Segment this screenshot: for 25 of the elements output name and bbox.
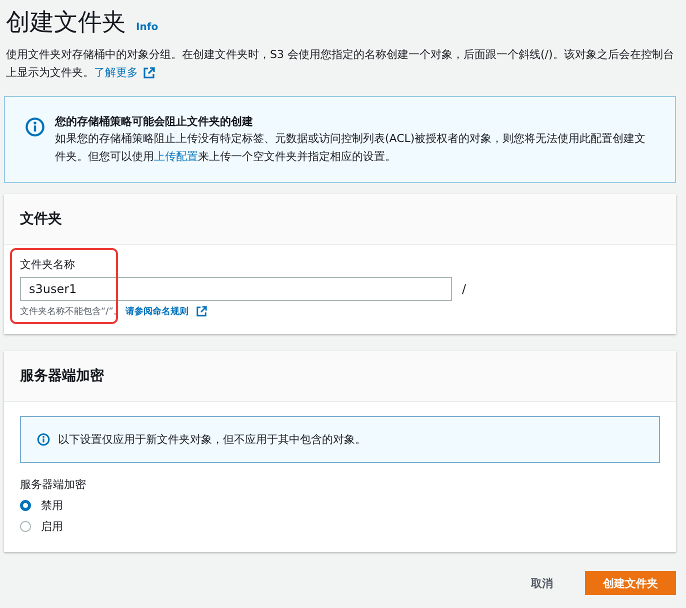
learn-more-link[interactable]: 了解更多 bbox=[94, 66, 138, 79]
info-icon bbox=[37, 433, 50, 446]
radio-label: 启用 bbox=[41, 519, 63, 534]
slash-suffix: / bbox=[462, 282, 466, 296]
radio-button[interactable] bbox=[20, 500, 31, 511]
radio-button[interactable] bbox=[20, 521, 31, 532]
external-link-icon[interactable] bbox=[143, 66, 155, 79]
note-text: 以下设置仅应用于新文件夹对象，但不应用于其中包含的对象。 bbox=[58, 432, 366, 447]
create-folder-button[interactable]: 创建文件夹 bbox=[585, 571, 676, 595]
page-title: 创建文件夹 bbox=[6, 7, 126, 38]
section-title: 文件夹 bbox=[20, 210, 63, 228]
section-title: 服务器端加密 bbox=[20, 367, 105, 385]
external-link-icon[interactable] bbox=[196, 306, 208, 317]
cancel-button[interactable]: 取消 bbox=[523, 572, 561, 594]
radio-label: 禁用 bbox=[41, 498, 63, 513]
upload-config-link[interactable]: 上传配置 bbox=[154, 150, 198, 163]
field-label: 文件夹名称 bbox=[20, 257, 76, 272]
page-description: 使用文件夹对存储桶中的对象分组。在创建文件夹时，S3 会使用您指定的名称创建一个对象，后面跟一个斜线(/)。该对象之后会在控制台上显示为文件夹。了解更多 bbox=[6, 47, 675, 81]
info-icon bbox=[25, 117, 45, 137]
naming-rules-link[interactable]: 请参阅命名规则 bbox=[125, 305, 188, 318]
folder-name-field[interactable]: s3user1 bbox=[20, 277, 452, 301]
info-link[interactable]: Info bbox=[136, 22, 158, 33]
alert-text: 如果您的存储桶策略阻止上传没有特定标签、元数据或访问控制列表(ACL)被授权者的对象，则您将无法使用此配置创建文件夹。但您可以使用上传配置来上传一个空文件夹并指定相应的设置。 bbox=[55, 131, 647, 165]
field-label: 服务器端加密 bbox=[20, 477, 87, 492]
alert-title: 您的存储桶策略可能会阻止文件夹的创建 bbox=[55, 114, 254, 130]
